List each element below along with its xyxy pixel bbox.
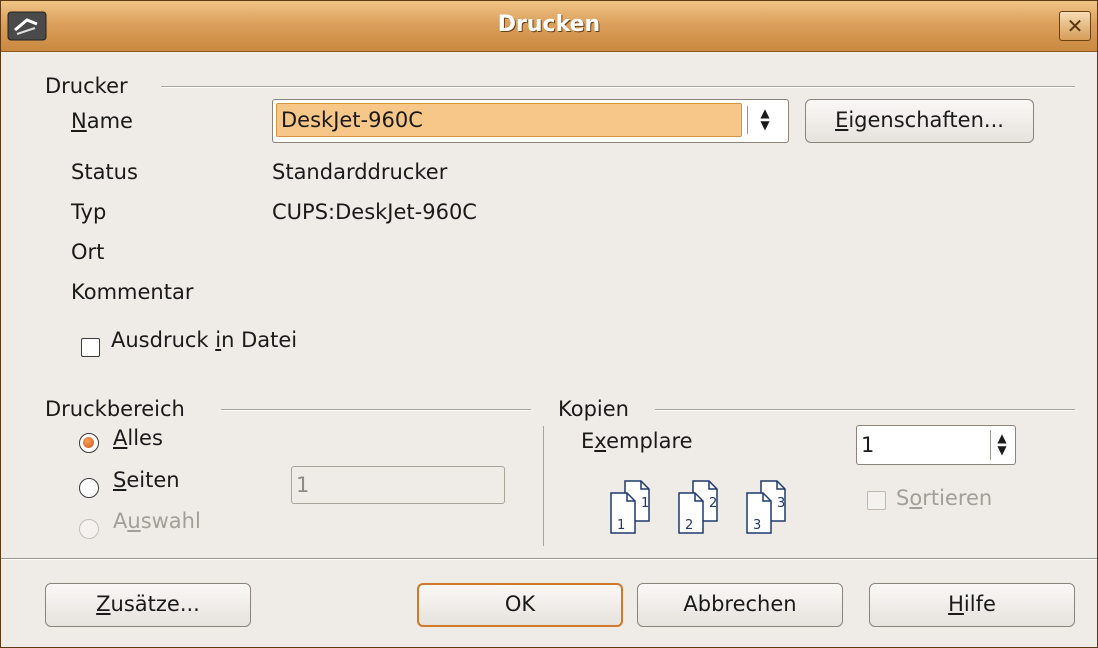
- collate-page-2-back: 2: [709, 496, 717, 511]
- printer-name-combobox[interactable]: DeskJet-960C ▲ ▼: [272, 99, 789, 143]
- seiten-input[interactable]: 1: [291, 466, 505, 504]
- collate-page-1-front: 1: [617, 518, 625, 533]
- hilfe-button[interactable]: Hilfe: [869, 583, 1075, 627]
- print-to-file-checkbox[interactable]: [81, 338, 100, 357]
- printer-name-field[interactable]: DeskJet-960C: [276, 103, 742, 137]
- collate-page-1-back: 1: [641, 496, 649, 511]
- auswahl-radio[interactable]: [79, 519, 99, 539]
- name-label: Name: [71, 109, 133, 133]
- typ-value: CUPS:DeskJet-960C: [272, 200, 477, 224]
- ok-button[interactable]: OK: [417, 583, 623, 627]
- collate-page-2-front: 2: [685, 518, 693, 533]
- druckbereich-group-label: Druckbereich: [45, 397, 185, 421]
- bottom-separator: [1, 558, 1097, 560]
- sortieren-label[interactable]: Sortieren: [896, 486, 992, 510]
- alles-radio[interactable]: [79, 433, 99, 453]
- seiten-label[interactable]: Seiten: [113, 468, 180, 492]
- drucker-group-label: Drucker: [45, 74, 128, 98]
- kopien-group-line: [655, 409, 1075, 411]
- window-title: Drucken: [497, 12, 601, 37]
- exemplare-label: Exemplare: [581, 429, 693, 453]
- close-button[interactable]: ✕: [1059, 11, 1091, 41]
- status-label: Status: [71, 160, 138, 184]
- kopien-group-label: Kopien: [558, 397, 629, 421]
- exemplare-spinbox[interactable]: 1 ▲ ▼: [856, 425, 1016, 465]
- abbrechen-button[interactable]: Abbrechen: [637, 583, 843, 627]
- status-value: Standarddrucker: [272, 160, 448, 184]
- seiten-radio[interactable]: [79, 478, 99, 498]
- zusaetze-button[interactable]: Zusätze...: [45, 583, 251, 627]
- alles-label[interactable]: Alles: [113, 426, 163, 450]
- combo-separator: [747, 106, 748, 134]
- close-icon: ✕: [1066, 14, 1084, 38]
- typ-label: Typ: [71, 200, 107, 224]
- kommentar-label: Kommentar: [71, 280, 194, 304]
- properties-button[interactable]: Eigenschaften...: [805, 99, 1034, 143]
- spin-arrows-icon[interactable]: ▲ ▼: [991, 432, 1013, 460]
- collate-pages-icon: 1 1 2 2 3 3: [610, 480, 786, 534]
- print-dialog: Drucken ✕ Drucker Name DeskJet-960C ▲ ▼ E…: [0, 0, 1098, 648]
- drucker-group-line: [161, 86, 1075, 88]
- collate-page-3-front: 3: [753, 518, 761, 533]
- druckbereich-group-line: [221, 409, 531, 411]
- title-bar[interactable]: Drucken ✕: [1, 1, 1097, 52]
- auswahl-label[interactable]: Auswahl: [113, 509, 201, 533]
- exemplare-value[interactable]: 1: [861, 433, 874, 457]
- sortieren-checkbox[interactable]: [867, 491, 886, 510]
- collate-page-3-back: 3: [777, 496, 785, 511]
- spin-arrows-icon[interactable]: ▲ ▼: [754, 107, 776, 135]
- group-divider: [543, 426, 544, 546]
- ort-label: Ort: [71, 240, 105, 264]
- print-to-file-label[interactable]: Ausdruck in Datei: [111, 328, 297, 352]
